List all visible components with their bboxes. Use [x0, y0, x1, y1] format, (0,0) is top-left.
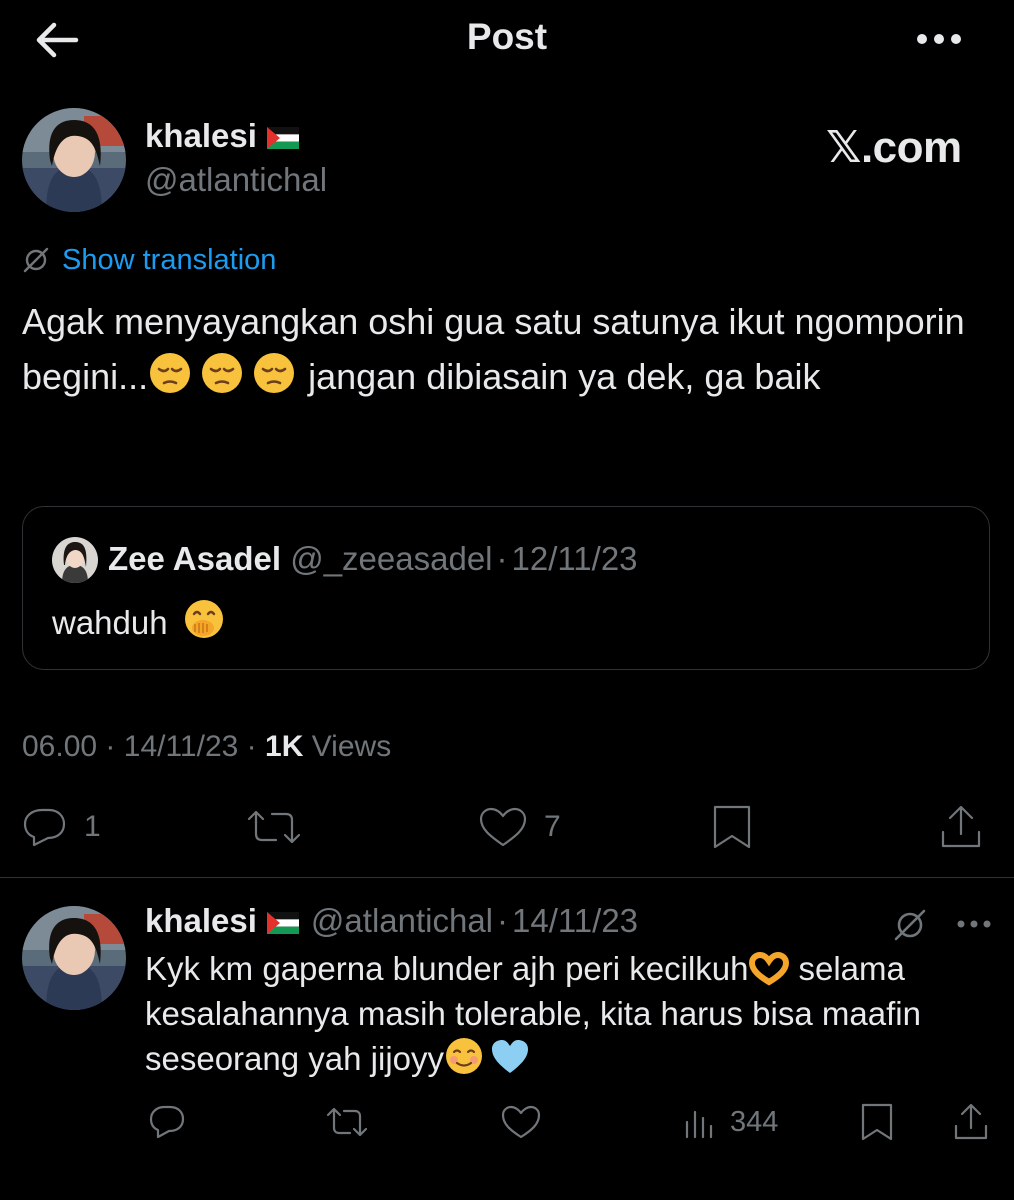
- author-handle[interactable]: @atlantichal: [145, 161, 327, 199]
- pensive-face-emoji: [200, 351, 244, 395]
- quote-text-body: wahduh: [52, 604, 168, 641]
- like-icon: [501, 1105, 541, 1139]
- reply-share-button[interactable]: [952, 1102, 990, 1142]
- translate-off-icon: [894, 909, 926, 941]
- smiling-face-emoji: [444, 1036, 484, 1076]
- tweet-text-part-2: jangan dibiasain ya dek, ga baik: [308, 356, 821, 397]
- reply-retweet-button[interactable]: [326, 1104, 368, 1140]
- retweet-button[interactable]: [246, 806, 302, 848]
- reply-icon: [23, 808, 66, 847]
- bookmark-icon: [861, 1103, 893, 1141]
- divider: [0, 877, 1014, 878]
- bookmark-icon: [713, 805, 751, 849]
- share-icon: [954, 1103, 988, 1140]
- meta-separator: ·: [246, 730, 257, 763]
- quote-avatar[interactable]: [52, 537, 98, 583]
- reply-author-name[interactable]: khalesi: [145, 902, 257, 939]
- reply-views-count: 344: [730, 1105, 779, 1138]
- x-com-watermark: 𝕏.com: [826, 123, 962, 172]
- page-title: Post: [466, 16, 548, 57]
- more-horizontal-icon: [957, 920, 991, 928]
- reply-text: Kyk km gaperna blunder ajh peri kecilkuh…: [145, 946, 995, 1081]
- avatar-image: [52, 537, 98, 583]
- bookmark-button[interactable]: [710, 804, 754, 850]
- post-time[interactable]: 06.00: [22, 730, 97, 763]
- author-avatar[interactable]: [22, 108, 126, 212]
- reply-reply-button[interactable]: [148, 1104, 186, 1140]
- reply-bookmark-button[interactable]: [858, 1102, 896, 1142]
- reply-button[interactable]: 1: [22, 806, 101, 848]
- views-icon: [685, 1110, 713, 1139]
- post-meta: 06.00 · 14/11/23 · 1K Views: [22, 730, 391, 764]
- quote-author-name[interactable]: Zee Asadel: [108, 540, 281, 577]
- quote-author-handle[interactable]: @_zeeasadel: [290, 540, 492, 577]
- light-blue-heart-emoji: [490, 1038, 530, 1076]
- show-translation-label: Show translation: [62, 243, 277, 276]
- like-count: 7: [544, 810, 561, 843]
- reply-views-button[interactable]: 344: [682, 1104, 778, 1140]
- author-name[interactable]: khalesi: [145, 117, 299, 155]
- post-date[interactable]: 14/11/23: [124, 730, 239, 763]
- quote-text: wahduh: [52, 598, 225, 642]
- heart-hands-emoji: [748, 952, 789, 986]
- reply-text-part-1: Kyk km gaperna blunder ajh peri kecilkuh: [145, 950, 749, 987]
- face-with-hand-over-mouth-emoji: [183, 598, 225, 640]
- reply-header: khalesi @atlantichal · 14/11/23: [145, 902, 638, 940]
- reply-date[interactable]: 14/11/23: [512, 902, 638, 939]
- palestine-flag-icon: [266, 912, 299, 935]
- more-options-button[interactable]: [912, 24, 966, 54]
- reply-author-handle[interactable]: @atlantichal: [311, 902, 493, 939]
- palestine-flag-icon: [266, 127, 299, 150]
- reply-icon: [149, 1105, 185, 1139]
- pensive-face-emoji: [252, 351, 296, 395]
- pensive-face-emoji: [148, 351, 192, 395]
- arrow-left-icon: [36, 22, 79, 58]
- tweet-text: Agak menyayangkan oshi gua satu satunya …: [22, 294, 992, 404]
- share-icon: [941, 805, 981, 848]
- more-horizontal-icon: [917, 34, 961, 44]
- show-translation-link[interactable]: Show translation: [22, 242, 276, 278]
- reply-avatar[interactable]: [22, 906, 126, 1010]
- quoted-tweet-card[interactable]: [22, 506, 990, 670]
- meta-separator: ·: [105, 730, 116, 763]
- avatar-image: [22, 906, 126, 1010]
- retweet-icon: [247, 810, 301, 844]
- views-count[interactable]: 1K: [265, 730, 303, 763]
- reply-translate-button[interactable]: [892, 907, 928, 943]
- views-label: Views: [311, 730, 392, 763]
- reply-more-button[interactable]: [954, 913, 994, 935]
- reply-like-button[interactable]: [500, 1104, 542, 1140]
- reply-separator: ·: [497, 902, 509, 939]
- author-name-text: khalesi: [145, 117, 257, 154]
- reply-count: 1: [84, 810, 101, 843]
- like-button[interactable]: 7: [478, 806, 561, 848]
- quote-date[interactable]: 12/11/23: [512, 540, 638, 577]
- retweet-icon: [326, 1107, 368, 1137]
- back-button[interactable]: [34, 20, 80, 60]
- translate-off-icon: [23, 247, 49, 273]
- quote-separator: ·: [496, 540, 508, 577]
- like-icon: [479, 807, 527, 847]
- share-button[interactable]: [938, 804, 984, 850]
- quote-header: Zee Asadel @_zeeasadel · 12/11/23: [108, 540, 638, 578]
- avatar-image: [22, 108, 126, 212]
